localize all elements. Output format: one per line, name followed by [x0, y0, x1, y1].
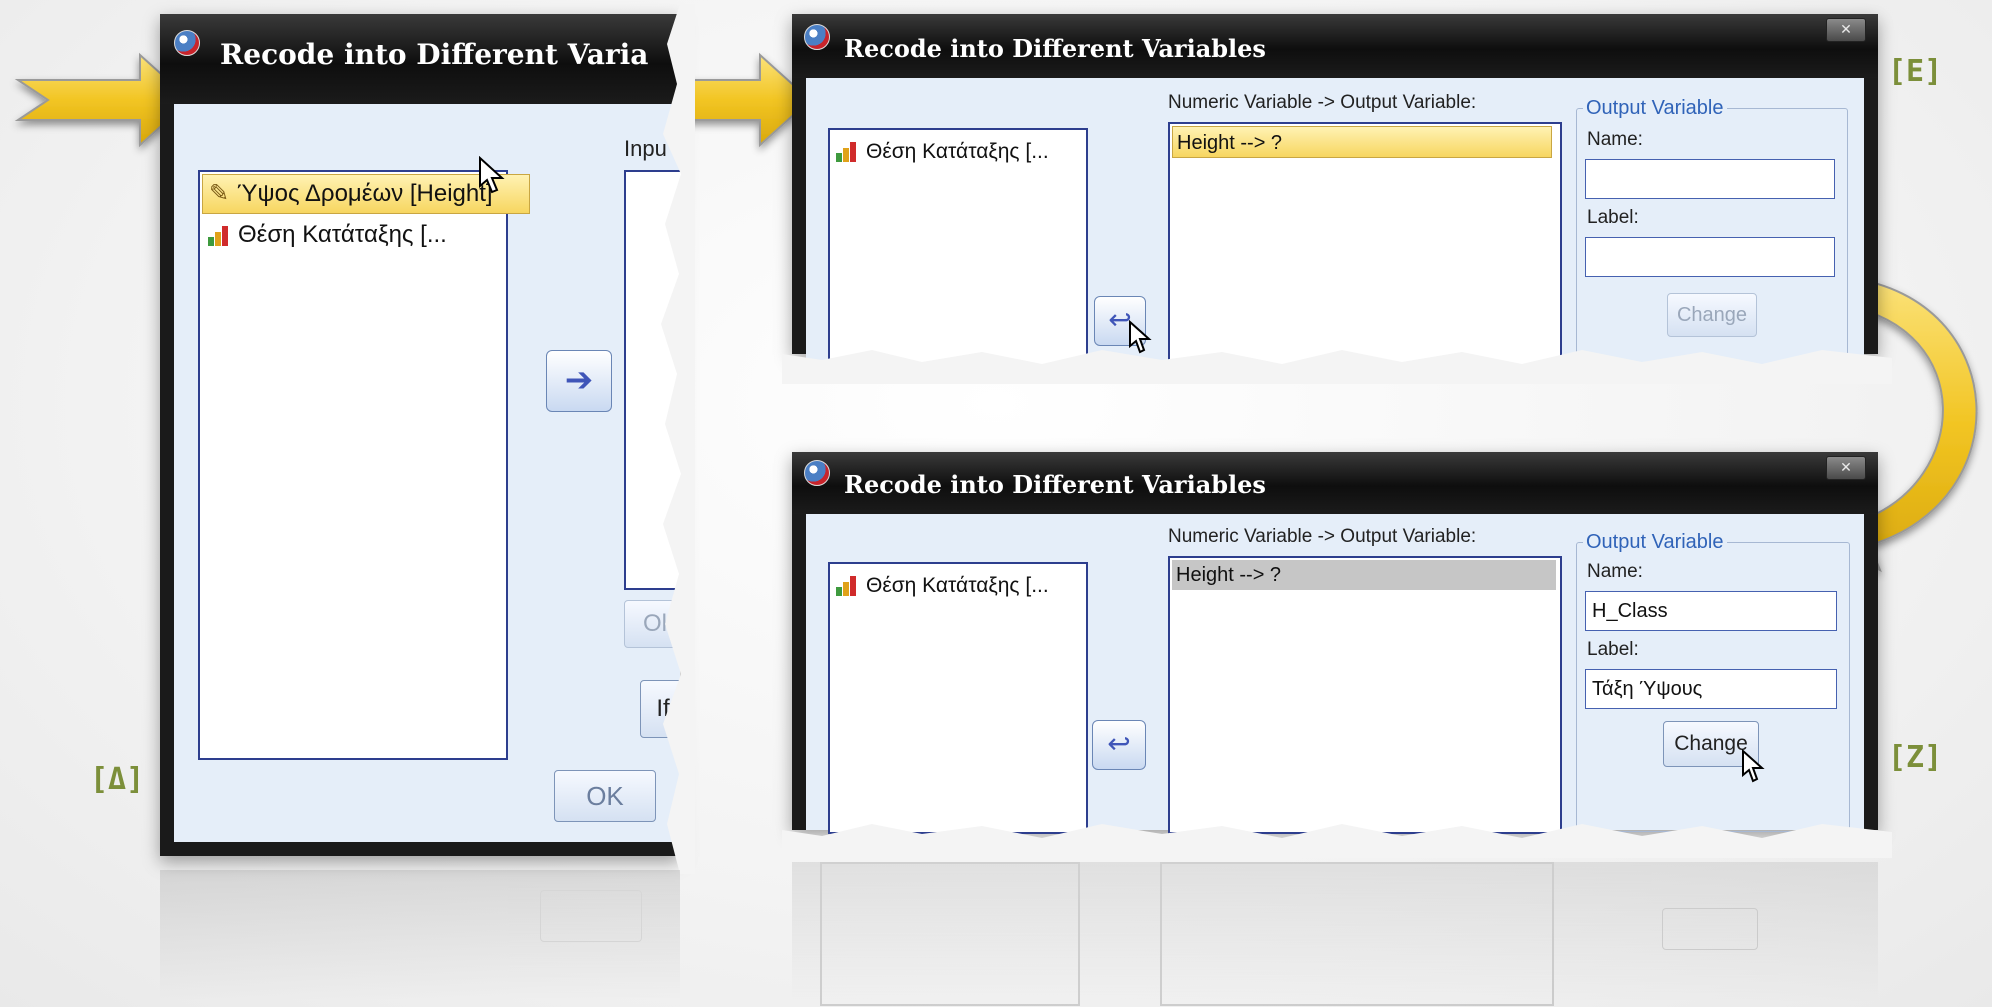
- bottom-right-dialog: Recode into Different Variables ✕ Θέση Κ…: [782, 452, 1892, 858]
- move-left-button[interactable]: ↩: [1094, 296, 1146, 346]
- list-item-label: Θέση Κατάταξης [...: [866, 574, 1049, 597]
- step-label-z: [Z]: [1888, 740, 1943, 775]
- left-dialog-title: Recode into Different Varia: [220, 38, 649, 71]
- numeric-output-list[interactable]: Height --> ?: [1168, 556, 1562, 834]
- ordinal-icon: [208, 225, 230, 247]
- top-right-titlebar: Recode into Different Variables ✕: [792, 14, 1878, 78]
- name-label: Name:: [1587, 129, 1643, 150]
- left-dialog-titlebar: Recode into Different Varia: [160, 14, 680, 104]
- list-item-rank[interactable]: Θέση Κατάταξης [...: [836, 136, 1049, 168]
- top-right-client: Θέση Κατάταξης [... ↩ Numeric Variable -…: [806, 78, 1864, 380]
- step-label-delta: [Δ]: [90, 762, 145, 797]
- top-right-title: Recode into Different Variables: [844, 34, 1266, 63]
- label-field[interactable]: Τάξη Ύψους: [1585, 669, 1837, 709]
- numeric-variable-header: Numeric Variable -> Output Variable:: [1168, 526, 1477, 547]
- left-dialog: Recode into Different Varia ✎ Ύψος Δρομέω…: [160, 4, 695, 874]
- numeric-output-list[interactable]: Height --> ?: [1168, 122, 1562, 372]
- change-button[interactable]: Change: [1663, 721, 1759, 767]
- mapping-item[interactable]: Height --> ?: [1172, 560, 1556, 590]
- list-item-rank[interactable]: Θέση Κατάταξης [...: [208, 218, 447, 252]
- input-variable-label: Inpu: [624, 136, 667, 161]
- ordinal-icon: [836, 575, 858, 597]
- bottom-right-title: Recode into Different Variables: [844, 470, 1266, 499]
- output-variable-legend: Output Variable: [1583, 97, 1727, 120]
- ordinal-icon: [836, 141, 858, 163]
- close-button[interactable]: ✕: [1826, 456, 1866, 480]
- top-right-variable-list[interactable]: Θέση Κατάταξης [...: [828, 128, 1088, 372]
- list-item-rank[interactable]: Θέση Κατάταξης [...: [836, 570, 1049, 602]
- output-variable-group: Output Variable Name: H_Class Label: Τάξ…: [1576, 531, 1850, 832]
- ruler-icon: ✎: [209, 180, 230, 207]
- input-variable-list[interactable]: [624, 170, 688, 590]
- list-item-label: Θέση Κατάταξης [...: [866, 140, 1049, 163]
- move-left-button[interactable]: ↩: [1092, 720, 1146, 770]
- name-field[interactable]: H_Class: [1585, 591, 1837, 631]
- list-item-label: Θέση Κατάταξης [...: [238, 221, 447, 248]
- move-right-button[interactable]: ➔: [546, 350, 612, 412]
- label-label: Label:: [1587, 639, 1639, 660]
- label-label: Label:: [1587, 207, 1639, 228]
- list-item-label: Ύψος Δρομέων [Height]: [237, 180, 493, 207]
- bottom-right-variable-list[interactable]: Θέση Κατάταξης [...: [828, 562, 1088, 834]
- output-variable-group: Output Variable Name: Label: Change: [1576, 97, 1848, 380]
- label-field[interactable]: [1585, 237, 1835, 277]
- change-button[interactable]: Change: [1667, 293, 1757, 337]
- mapping-item[interactable]: Height --> ?: [1172, 126, 1552, 158]
- name-field[interactable]: [1585, 159, 1835, 199]
- ok-button[interactable]: OK: [554, 770, 656, 822]
- output-variable-legend: Output Variable: [1583, 531, 1727, 554]
- left-dialog-client: ✎ Ύψος Δρομέων [Height] Θέση Κατάταξης [.…: [174, 104, 688, 842]
- if-button[interactable]: If: [640, 680, 686, 738]
- close-button[interactable]: ✕: [1826, 18, 1866, 42]
- bottom-right-titlebar: Recode into Different Variables ✕: [792, 452, 1878, 514]
- numeric-variable-header: Numeric Variable -> Output Variable:: [1168, 92, 1477, 113]
- spss-app-icon: [804, 460, 830, 486]
- bottom-right-client: Θέση Κατάταξης [... ↩ Numeric Variable -…: [806, 514, 1864, 834]
- left-variable-list[interactable]: ✎ Ύψος Δρομέων [Height] Θέση Κατάταξης [.…: [198, 170, 530, 760]
- step-label-e: [E]: [1888, 54, 1943, 89]
- spss-app-icon: [174, 30, 200, 56]
- name-label: Name:: [1587, 561, 1643, 582]
- top-right-dialog: Recode into Different Variables ✕ Θέση Κ…: [782, 14, 1892, 384]
- old-new-values-button[interactable]: Ol: [624, 600, 686, 648]
- spss-app-icon: [804, 24, 830, 50]
- list-item-height[interactable]: ✎ Ύψος Δρομέων [Height]: [202, 174, 530, 214]
